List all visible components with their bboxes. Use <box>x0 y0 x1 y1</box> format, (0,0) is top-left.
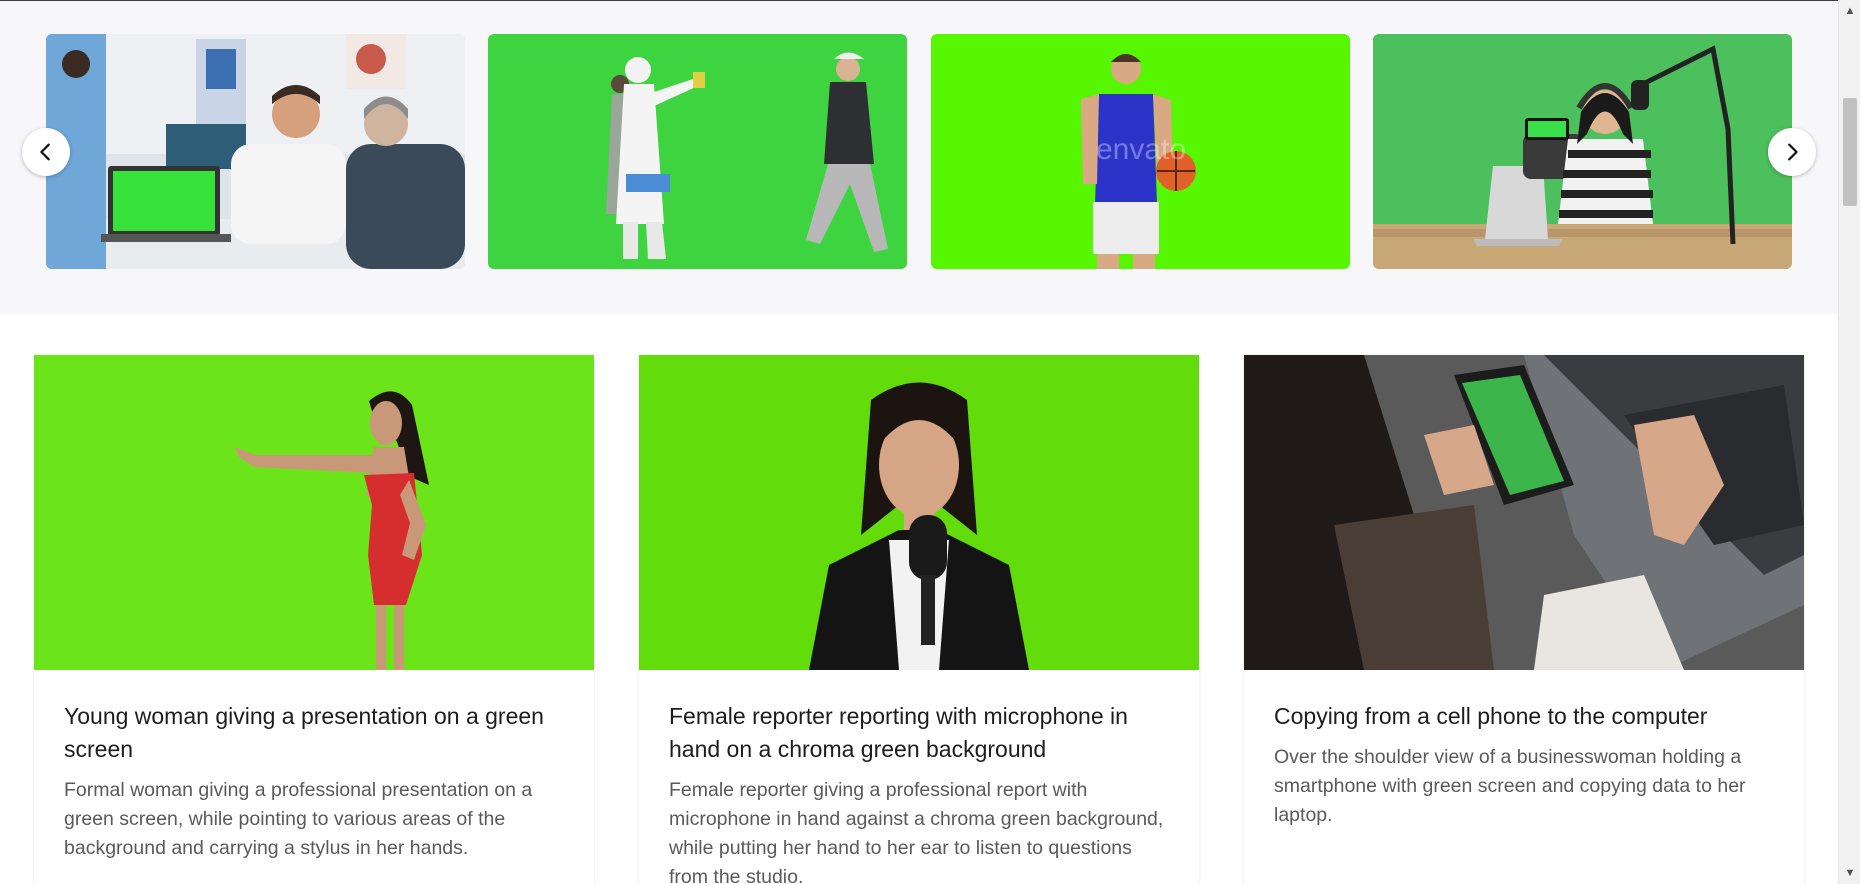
woman-presenting-image <box>34 355 594 670</box>
people-walking-image <box>488 34 907 269</box>
card-thumbnail[interactable] <box>34 355 594 670</box>
card-thumbnail[interactable] <box>639 355 1199 670</box>
female-reporter-image <box>639 355 1199 670</box>
scroll-up-icon[interactable]: ▲ <box>1839 2 1860 20</box>
card-body: Young woman giving a presentation on a g… <box>34 670 594 863</box>
video-card[interactable]: Young woman giving a presentation on a g… <box>34 355 594 884</box>
card-description: Formal woman giving a professional prese… <box>64 779 533 859</box>
video-carousel: envato <box>0 1 1838 314</box>
card-title[interactable]: Female reporter reporting with microphon… <box>669 670 1169 766</box>
envato-watermark: envato <box>1096 133 1186 166</box>
phone-to-laptop-image <box>1244 355 1804 670</box>
vertical-scrollbar[interactable]: ▲ ▼ <box>1838 0 1860 884</box>
podcaster-phone-image <box>1373 34 1792 269</box>
card-title[interactable]: Copying from a cell phone to the compute… <box>1274 670 1774 733</box>
card-thumbnail[interactable] <box>1244 355 1804 670</box>
basketball-player-image: envato <box>931 34 1350 269</box>
scroll-down-icon[interactable]: ▼ <box>1839 864 1860 882</box>
card-body: Copying from a cell phone to the compute… <box>1244 670 1804 830</box>
chevron-left-icon <box>40 143 50 161</box>
carousel-slide-walkers[interactable] <box>488 34 907 269</box>
card-body: Female reporter reporting with microphon… <box>639 670 1199 884</box>
page: envato Young woman giving a presentation… <box>0 0 1860 884</box>
video-card[interactable]: Copying from a cell phone to the compute… <box>1244 355 1804 884</box>
card-description: Over the shoulder view of a businesswoma… <box>1274 746 1746 826</box>
scrollbar-thumb[interactable] <box>1843 98 1857 206</box>
chevron-right-icon <box>1788 143 1798 161</box>
carousel-prev-button[interactable] <box>22 128 70 176</box>
carousel-slide-basketball[interactable]: envato <box>931 34 1350 269</box>
carousel-slide-doctor[interactable] <box>46 34 465 269</box>
carousel-next-button[interactable] <box>1768 128 1816 176</box>
carousel-slide-podcaster[interactable] <box>1373 34 1792 269</box>
doctor-laptop-image <box>46 34 465 269</box>
card-title[interactable]: Young woman giving a presentation on a g… <box>64 670 564 766</box>
card-description: Female reporter giving a professional re… <box>669 779 1164 884</box>
video-card[interactable]: Female reporter reporting with microphon… <box>639 355 1199 884</box>
